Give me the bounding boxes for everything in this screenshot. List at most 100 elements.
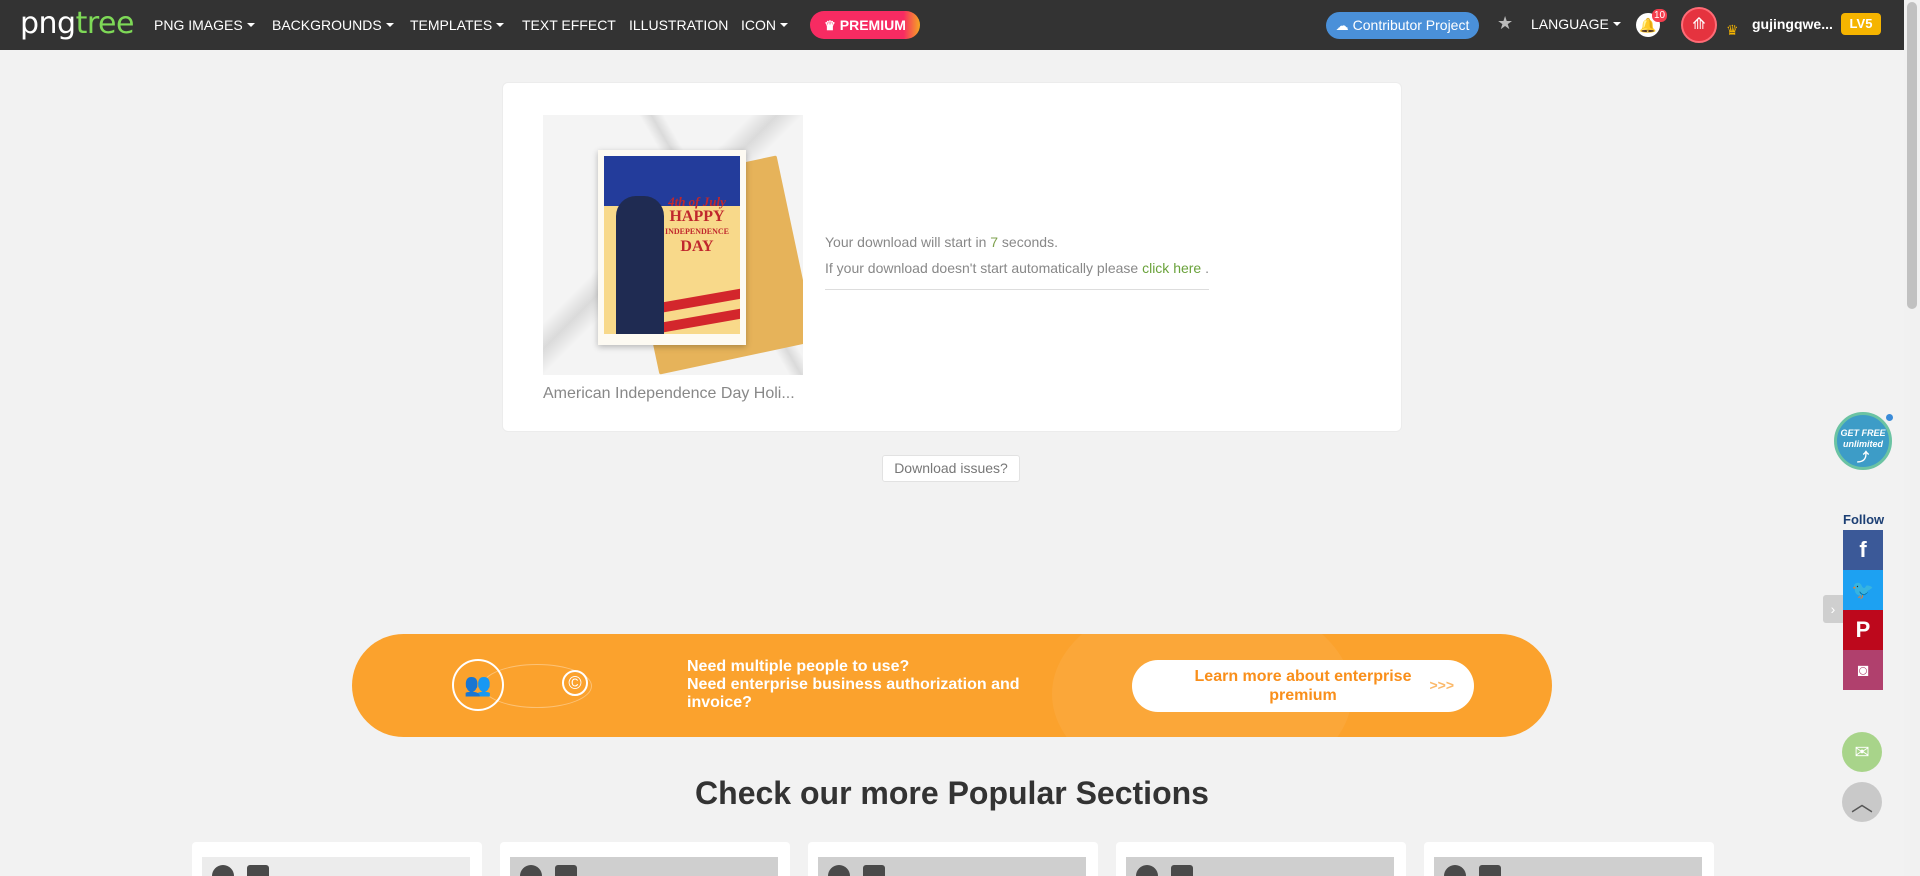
poster-graphic: 4th of July HAPPY INDEPENDENCE DAY <box>598 150 746 345</box>
favorites-star-icon[interactable]: ★ <box>1497 13 1513 34</box>
user-avatar[interactable]: ⟰ <box>1681 7 1717 43</box>
nav-templates-label: TEMPLATES <box>410 17 493 33</box>
follow-label: Follow <box>1843 512 1885 527</box>
twitter-icon[interactable]: 🐦 <box>1843 570 1883 610</box>
language-selector[interactable]: LANGUAGE <box>1531 16 1621 32</box>
popular-card-image <box>1126 857 1394 876</box>
people-group-icon: 👥 <box>452 659 504 711</box>
enterprise-line-1: Need multiple people to use? <box>687 658 910 675</box>
enterprise-banner: 👥 © Need multiple people to use? Need en… <box>352 634 1552 737</box>
cloud-upload-icon: ☁ <box>1335 18 1349 33</box>
chevron-down-icon <box>246 23 255 27</box>
enterprise-premium-button[interactable]: Learn more about enterprise premium >>> <box>1132 660 1474 712</box>
popular-card[interactable] <box>1116 842 1406 876</box>
countdown-prefix: Your download will start in <box>825 234 991 250</box>
popular-card[interactable] <box>1424 842 1714 876</box>
contributor-project-button[interactable]: ☁ Contributor Project <box>1326 12 1479 39</box>
view-icon <box>520 865 542 876</box>
language-label: LANGUAGE <box>1531 16 1609 32</box>
popular-card[interactable] <box>808 842 1098 876</box>
scrollbar-thumb[interactable] <box>1907 2 1917 309</box>
download-icon <box>863 865 885 876</box>
page-scrollbar[interactable] <box>1904 0 1920 876</box>
logo-tree-text: tree <box>75 6 135 41</box>
enterprise-button-label: Learn more about enterprise premium <box>1194 668 1412 704</box>
nav-icon-label: ICON <box>741 17 776 33</box>
chevron-down-icon <box>385 23 394 27</box>
popular-card-image <box>818 857 1086 876</box>
poster-line-4: DAY <box>680 238 714 255</box>
view-icon <box>828 865 850 876</box>
nav-text-effect[interactable]: TEXT EFFECT <box>522 16 616 34</box>
download-icon <box>247 865 269 876</box>
chevron-down-icon <box>496 23 505 27</box>
download-icon <box>555 865 577 876</box>
notification-count-badge: 10 <box>1652 9 1668 22</box>
nav-png-images-label: PNG IMAGES <box>154 17 243 33</box>
click-here-link[interactable]: click here <box>1142 260 1201 276</box>
free-line-2: unlimited <box>1843 439 1883 449</box>
nav-text-effect-label: TEXT EFFECT <box>522 17 616 33</box>
fallback-suffix: . <box>1201 260 1209 276</box>
divider <box>825 289 1209 290</box>
level-badge: LV5 <box>1841 13 1881 35</box>
fallback-prefix: If your download doesn't start automatic… <box>825 260 1143 276</box>
download-card: 4th of July HAPPY INDEPENDENCE DAY Ameri… <box>502 82 1402 432</box>
poster-text: 4th of July HAPPY INDEPENDENCE DAY <box>654 194 740 255</box>
download-message: Your download will start in 7 seconds. I… <box>825 229 1209 281</box>
vip-crown-icon: ♛ <box>1726 22 1739 38</box>
nav-backgrounds[interactable]: BACKGROUNDS <box>272 16 394 34</box>
popular-card-image <box>202 857 470 876</box>
nav-illustration-label: ILLUSTRATION <box>629 17 729 33</box>
enterprise-line-2: Need enterprise business authorization a… <box>687 676 1020 711</box>
view-icon <box>1136 865 1158 876</box>
download-icon <box>1479 865 1501 876</box>
poster-line-1: 4th of July <box>668 194 726 209</box>
poster-artwork: 4th of July HAPPY INDEPENDENCE DAY <box>604 156 740 334</box>
chevron-down-icon <box>780 23 788 27</box>
crown-icon: ♛ <box>824 18 836 33</box>
countdown-line: Your download will start in 7 seconds. <box>825 229 1209 255</box>
nav-backgrounds-label: BACKGROUNDS <box>272 17 382 33</box>
popular-card[interactable] <box>500 842 790 876</box>
free-line-1: GET FREE <box>1840 428 1886 438</box>
view-icon <box>1444 865 1466 876</box>
download-issues-button[interactable]: Download issues? <box>882 455 1020 482</box>
chevron-right-icon[interactable]: › <box>1823 595 1843 623</box>
popular-sections-title: Check our more Popular Sections <box>695 775 1209 811</box>
nav-icon[interactable]: ICON <box>741 16 788 34</box>
countdown-suffix: seconds. <box>998 234 1058 250</box>
premium-label: PREMIUM <box>839 17 906 33</box>
popular-card[interactable] <box>192 842 482 876</box>
fallback-line: If your download doesn't start automatic… <box>825 255 1209 281</box>
instagram-icon[interactable]: ◙ <box>1843 650 1883 690</box>
pinterest-icon[interactable]: P <box>1843 610 1883 650</box>
share-icon: ⤴ <box>1856 450 1869 464</box>
popular-card-image <box>1434 857 1702 876</box>
popular-card-image <box>510 857 778 876</box>
back-to-top-icon[interactable]: ︿ <box>1842 782 1882 822</box>
view-icon <box>212 865 234 876</box>
facebook-icon[interactable]: f <box>1843 530 1883 570</box>
nav-illustration[interactable]: ILLUSTRATION <box>629 16 728 34</box>
arrows-icon: >>> <box>1429 677 1454 693</box>
mail-icon[interactable]: ✉ <box>1842 732 1882 772</box>
poster-line-3: INDEPENDENCE <box>664 227 729 236</box>
contributor-label: Contributor Project <box>1352 17 1470 33</box>
pngtree-logo[interactable]: pngtree <box>20 8 134 40</box>
nav-png-images[interactable]: PNG IMAGES <box>154 16 255 34</box>
top-nav-bar: pngtree PNG IMAGES BACKGROUNDS TEMPLATES… <box>0 0 1904 50</box>
get-free-unlimited-widget[interactable]: GET FREE unlimited ⤴ <box>1834 412 1892 470</box>
logo-png-text: png <box>20 6 76 41</box>
enterprise-text: Need multiple people to use? Need enterp… <box>687 658 1047 712</box>
poster-line-2: HAPPY <box>669 208 725 225</box>
product-title[interactable]: American Independence Day Holi... <box>543 385 795 403</box>
premium-button[interactable]: ♛ PREMIUM <box>810 11 920 39</box>
product-thumbnail[interactable]: 4th of July HAPPY INDEPENDENCE DAY <box>543 115 803 375</box>
countdown-seconds: 7 <box>990 234 999 250</box>
nav-templates[interactable]: TEMPLATES <box>410 16 505 34</box>
copyright-icon: © <box>562 670 588 696</box>
chevron-down-icon <box>1612 22 1621 26</box>
username[interactable]: gujingqwe... <box>1752 16 1833 32</box>
download-icon <box>1171 865 1193 876</box>
